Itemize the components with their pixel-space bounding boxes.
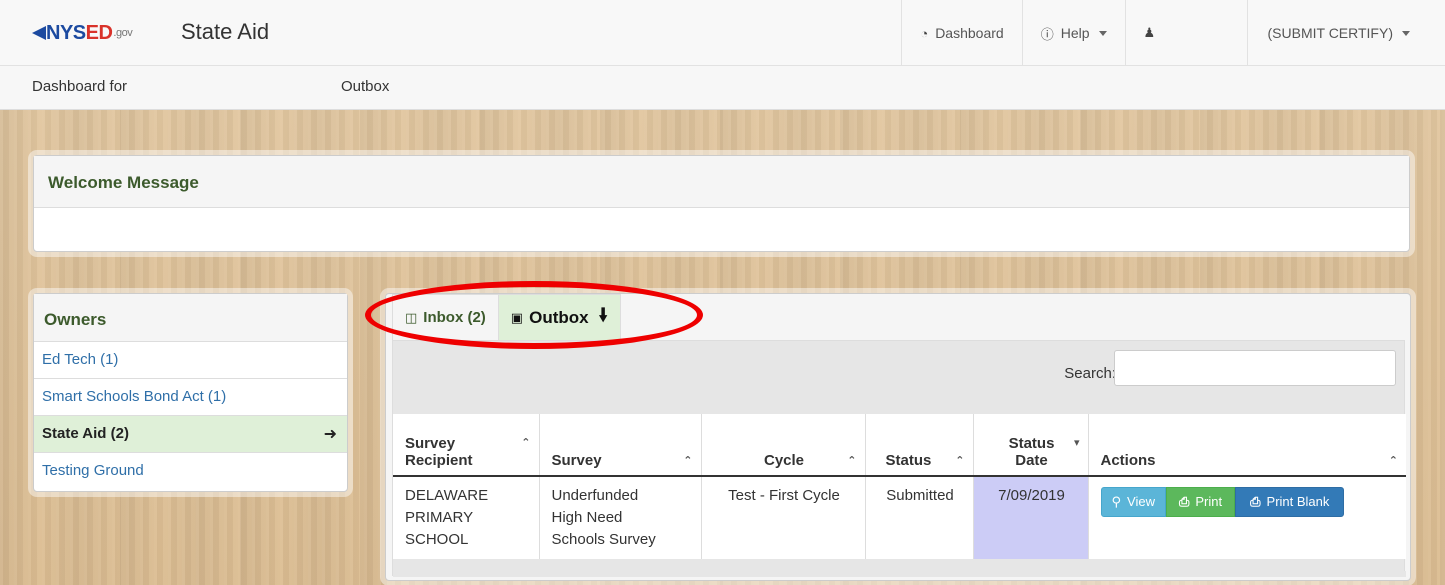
- search-input[interactable]: [1114, 350, 1396, 386]
- column-header-status-date[interactable]: Status Date ▾: [973, 414, 1089, 477]
- dashboard-for-label: Dashboard for: [32, 78, 128, 95]
- arrow-down-icon: 🠛: [598, 304, 608, 325]
- cell-survey: Underfunded High Need Schools Survey: [539, 476, 702, 559]
- nav-dashboard[interactable]: ◔ Dashboard: [901, 0, 1021, 66]
- sort-asc-icon: ⌃: [683, 455, 693, 467]
- sort-asc-icon: ⌃: [1388, 455, 1398, 467]
- search-label: Search:: [1064, 365, 1116, 382]
- column-header-actions[interactable]: Actions ⌃: [1088, 414, 1406, 477]
- outbox-breadcrumb: Outbox: [341, 78, 390, 95]
- cell-cycle: Test - First Cycle: [701, 476, 866, 559]
- cell-status: Submitted: [865, 476, 974, 559]
- survey-panel: ◫ Inbox (2) ▣ Outbox 🠛 Search: Survey Re…: [385, 293, 1411, 581]
- sort-asc-icon: ⌃: [847, 455, 857, 467]
- arrow-right-icon: ➜: [323, 426, 337, 443]
- inbox-icon: ◫: [405, 309, 418, 325]
- breadcrumb-bar: Dashboard for Outbox: [0, 66, 1445, 110]
- table-row: DELAWARE PRIMARY SCHOOL Underfunded High…: [393, 476, 1406, 559]
- owner-item-testing-ground[interactable]: Testing Ground: [34, 453, 347, 490]
- owner-item-smart-schools[interactable]: Smart Schools Bond Act (1): [34, 379, 347, 416]
- tab-outbox[interactable]: ▣ Outbox 🠛: [498, 294, 621, 340]
- user-icon: ♟: [1143, 25, 1156, 40]
- nav-role-menu[interactable]: (SUBMIT CERTIFY): [1246, 0, 1445, 66]
- owners-panel: Owners Ed Tech (1) Smart Schools Bond Ac…: [33, 293, 348, 492]
- column-header-survey[interactable]: Survey ⌃: [539, 414, 702, 477]
- chevron-down-icon: [1402, 30, 1410, 36]
- print-button[interactable]: ⎙ Print: [1165, 487, 1236, 517]
- logo-arrow-icon: [32, 26, 46, 40]
- cell-actions: ⚲ View ⎙ Print ⎙ Print Blank: [1088, 476, 1406, 559]
- cell-status-date: 7/09/2019: [973, 476, 1089, 559]
- print-icon: ⎙: [1178, 494, 1190, 509]
- survey-table-wrapper: Search: Survey Recipient ⌃ Survey ⌃ Cycl…: [392, 340, 1406, 577]
- owners-title: Owners: [34, 294, 347, 342]
- app-title[interactable]: State Aid: [181, 19, 269, 45]
- nysed-logo[interactable]: NYS ED .gov: [32, 18, 133, 48]
- dashboard-icon: ◔: [920, 25, 929, 41]
- search-icon: ⚲: [1111, 494, 1122, 509]
- print-blank-button[interactable]: ⎙ Print Blank: [1235, 487, 1345, 517]
- chevron-down-icon: [1098, 30, 1107, 36]
- owner-item-state-aid[interactable]: State Aid (2) ➜: [34, 416, 347, 453]
- tab-inbox[interactable]: ◫ Inbox (2): [392, 294, 499, 340]
- view-button[interactable]: ⚲ View: [1100, 487, 1166, 517]
- archive-icon: ▣: [510, 309, 524, 325]
- welcome-panel: Welcome Message: [33, 155, 1410, 252]
- top-navbar: NYS ED .gov State Aid ◔ Dashboard ⓘ Help ♟…: [0, 0, 1445, 66]
- owner-item-ed-tech[interactable]: Ed Tech (1): [34, 342, 347, 379]
- table-footer: [393, 571, 1406, 577]
- sort-asc-icon: ⌃: [521, 437, 531, 449]
- welcome-title: Welcome Message: [34, 156, 1409, 208]
- sort-desc-icon: ▾: [1073, 437, 1080, 449]
- column-header-recipient[interactable]: Survey Recipient ⌃: [393, 414, 540, 477]
- nav-user[interactable]: ♟: [1124, 0, 1247, 66]
- column-header-status[interactable]: Status ⌃: [865, 414, 974, 477]
- column-header-cycle[interactable]: Cycle ⌃: [701, 414, 866, 477]
- cell-recipient: DELAWARE PRIMARY SCHOOL: [393, 476, 540, 559]
- print-icon: ⎙: [1250, 494, 1261, 509]
- info-icon: ⓘ: [1040, 26, 1054, 42]
- nav-help[interactable]: ⓘ Help: [1021, 0, 1125, 66]
- survey-table: Survey Recipient ⌃ Survey ⌃ Cycle ⌃ Stat…: [393, 414, 1406, 559]
- sort-asc-icon: ⌃: [955, 455, 965, 467]
